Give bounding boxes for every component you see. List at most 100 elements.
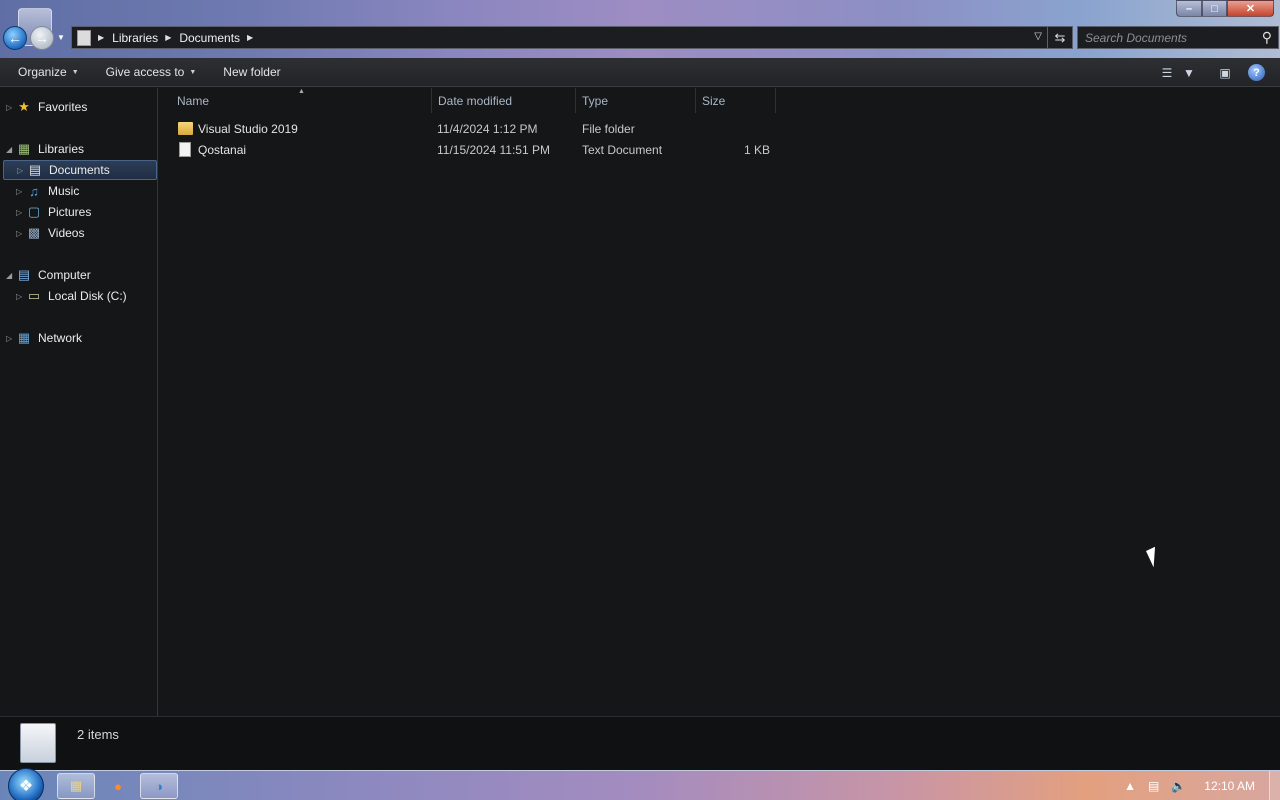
expand-icon[interactable]: ▷ xyxy=(16,292,26,301)
volume-muted-icon[interactable]: 🔈 xyxy=(1171,779,1186,793)
back-button[interactable]: ← xyxy=(3,26,27,50)
network-icon: ▦ xyxy=(17,330,31,345)
close-button[interactable]: ✕ xyxy=(1227,0,1274,17)
sidebar-item-local-disk[interactable]: ▷ ▭ Local Disk (C:) xyxy=(16,286,127,306)
taskbar-edge[interactable]: ◑ xyxy=(140,773,178,799)
sidebar-item-videos[interactable]: ▷ ▩ Videos xyxy=(16,223,84,243)
refresh-button[interactable]: ⇆ xyxy=(1047,27,1072,48)
sidebar-item-label: Local Disk (C:) xyxy=(48,289,127,303)
column-header-size[interactable]: Size xyxy=(696,88,776,113)
file-name: Qostanai xyxy=(198,143,247,157)
navigation-pane: ▷ ★ Favorites ◢ ▦ Libraries ▷ ▤ Document… xyxy=(0,88,158,716)
sidebar-item-label: Favorites xyxy=(38,100,88,114)
column-header-label: Date modified xyxy=(438,93,513,108)
table-row[interactable]: Visual Studio 2019 11/4/2024 1:12 PM Fil… xyxy=(169,119,769,139)
sidebar-item-favorites[interactable]: ▷ ★ Favorites xyxy=(6,97,87,117)
expand-icon[interactable]: ▷ xyxy=(6,103,16,112)
drive-icon: ▭ xyxy=(27,288,41,303)
maximize-button[interactable]: □ xyxy=(1202,0,1227,17)
search-input[interactable] xyxy=(1078,27,1253,48)
sort-ascending-icon: ▲ xyxy=(298,88,305,95)
view-options-dropdown[interactable]: ▼ xyxy=(1180,64,1198,82)
recent-pages-dropdown[interactable]: ▼ xyxy=(57,33,65,42)
table-row[interactable]: Qostanai 11/15/2024 11:51 PM Text Docume… xyxy=(169,140,771,160)
sidebar-item-pictures[interactable]: ▷ ▢ Pictures xyxy=(16,202,91,222)
sidebar-item-music[interactable]: ▷ ♫ Music xyxy=(16,181,79,201)
file-size: 1 KB xyxy=(744,143,771,157)
expand-icon[interactable]: ▷ xyxy=(16,187,26,196)
search-box[interactable]: ⚲ xyxy=(1077,26,1279,49)
computer-icon: ▤ xyxy=(17,267,31,282)
change-view-icon[interactable]: ☰ xyxy=(1158,64,1176,82)
document-library-icon xyxy=(20,723,56,763)
folder-icon: ▦ xyxy=(69,778,83,793)
taskbar-firefox[interactable]: ● xyxy=(99,773,137,799)
file-list: Name ▲ Date modified Type Size Visual St… xyxy=(159,88,1280,716)
column-header-date[interactable]: Date modified xyxy=(432,88,576,113)
show-desktop-button[interactable] xyxy=(1269,771,1280,800)
taskbar-explorer[interactable]: ▦ xyxy=(57,773,95,799)
sidebar-item-computer[interactable]: ◢ ▤ Computer xyxy=(6,265,91,285)
star-icon: ★ xyxy=(18,99,30,114)
sidebar-item-libraries[interactable]: ◢ ▦ Libraries xyxy=(6,139,84,159)
help-icon[interactable]: ? xyxy=(1248,64,1265,81)
sidebar-item-label: Pictures xyxy=(48,205,92,219)
organize-label: Organize xyxy=(18,65,67,79)
file-date: 11/15/2024 11:51 PM xyxy=(437,143,550,157)
libraries-icon: ▦ xyxy=(17,141,31,156)
preview-pane-icon[interactable]: ▣ xyxy=(1216,64,1234,82)
arrow-right-icon: → xyxy=(35,30,49,46)
address-bar[interactable]: ▶ Libraries ▶ Documents ▶ ▽ ⇆ xyxy=(71,26,1073,49)
system-tray: ▲ ▤ 🔈 12:10 AM xyxy=(1118,771,1280,800)
new-folder-label: New folder xyxy=(223,65,281,79)
sidebar-item-network[interactable]: ▷ ▦ Network xyxy=(6,328,82,348)
arrow-left-icon: ← xyxy=(8,30,22,46)
give-access-label: Give access to xyxy=(105,65,185,79)
network-status-icon[interactable]: ▤ xyxy=(1148,779,1159,793)
file-type: File folder xyxy=(582,122,635,136)
expand-icon[interactable]: ▷ xyxy=(17,166,27,175)
window-titlebar: – □ ✕ ← → ▼ ▶ Libraries ▶ Documents ▶ ▽ … xyxy=(0,0,1280,58)
search-icon[interactable]: ⚲ xyxy=(1262,29,1272,46)
start-button[interactable]: ❖ xyxy=(8,768,44,800)
breadcrumb-separator-icon[interactable]: ▶ xyxy=(247,33,253,42)
give-access-button[interactable]: Give access to ▼ xyxy=(97,65,206,79)
videos-icon: ▩ xyxy=(27,225,41,240)
breadcrumb-documents[interactable]: Documents xyxy=(179,31,240,45)
breadcrumb-separator-icon[interactable]: ▶ xyxy=(165,33,171,42)
firefox-icon: ● xyxy=(114,778,122,794)
edge-icon: ◑ xyxy=(155,778,163,794)
document-library-icon: ▤ xyxy=(28,162,42,177)
sidebar-item-documents[interactable]: ▷ ▤ Documents xyxy=(3,160,157,180)
collapse-icon[interactable]: ◢ xyxy=(6,145,16,154)
column-header-type[interactable]: Type xyxy=(576,88,696,113)
sidebar-item-label: Computer xyxy=(38,268,91,282)
expand-icon[interactable]: ▷ xyxy=(16,208,26,217)
pictures-icon: ▢ xyxy=(27,204,41,219)
show-hidden-icons-icon[interactable]: ▲ xyxy=(1124,779,1136,793)
music-icon: ♫ xyxy=(29,183,39,199)
folder-icon xyxy=(178,122,193,135)
breadcrumb-separator-icon[interactable]: ▶ xyxy=(98,33,104,42)
organize-button[interactable]: Organize ▼ xyxy=(9,65,88,79)
column-header-label: Size xyxy=(702,93,726,108)
sidebar-item-label: Videos xyxy=(48,226,85,240)
taskbar: ❖ ▦ ● ◑ ▲ ▤ 🔈 12:10 AM xyxy=(0,768,1280,800)
taskbar-clock[interactable]: 12:10 AM xyxy=(1204,779,1255,793)
new-folder-button[interactable]: New folder xyxy=(214,65,289,79)
expand-icon[interactable]: ▷ xyxy=(16,229,26,238)
toolbar-right-group: ☰ ▼ ▣ ? xyxy=(1158,58,1280,87)
windows-logo-icon: ❖ xyxy=(18,778,34,795)
text-document-icon xyxy=(179,142,191,157)
forward-button[interactable]: → xyxy=(30,26,54,50)
column-header-label: Type xyxy=(582,93,609,108)
details-pane: 2 items xyxy=(0,716,1280,770)
file-name: Visual Studio 2019 xyxy=(198,122,298,136)
collapse-icon[interactable]: ◢ xyxy=(6,271,16,280)
library-icon xyxy=(77,29,91,46)
address-history-dropdown[interactable]: ▽ xyxy=(1034,31,1042,42)
chevron-down-icon: ▼ xyxy=(71,68,79,76)
minimize-button[interactable]: – xyxy=(1176,0,1202,17)
expand-icon[interactable]: ▷ xyxy=(6,334,16,343)
breadcrumb-libraries[interactable]: Libraries xyxy=(112,31,158,45)
